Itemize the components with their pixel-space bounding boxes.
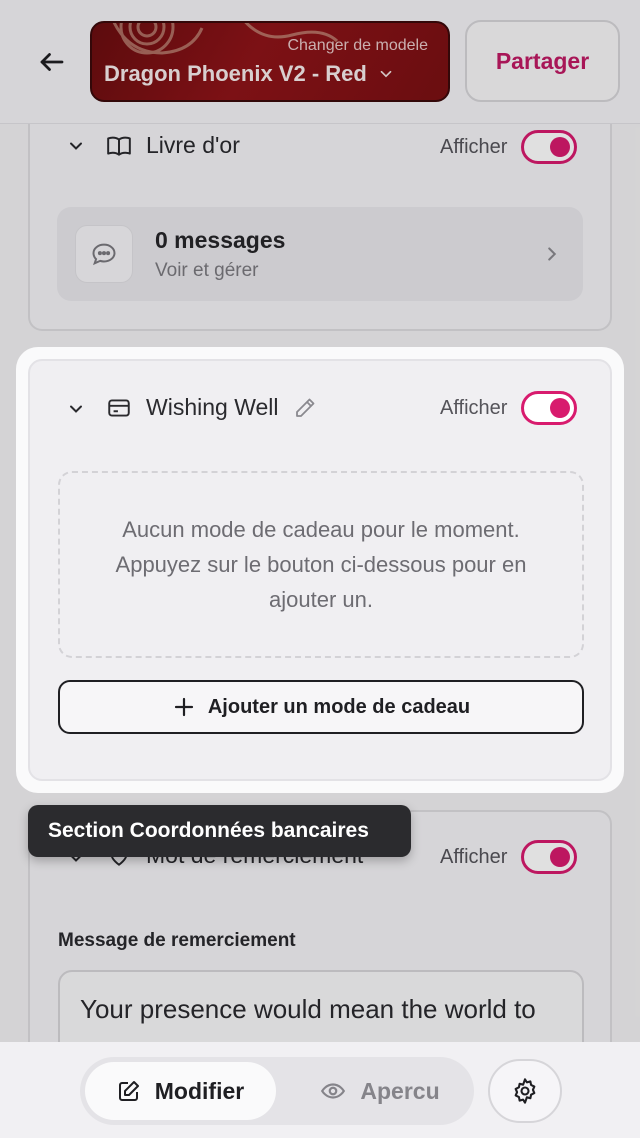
chevron-down-icon[interactable] bbox=[66, 136, 86, 156]
edit-square-icon bbox=[118, 1081, 139, 1101]
visibility-label: Afficher bbox=[440, 845, 508, 868]
template-name: Dragon Phoenix V2 - Red bbox=[104, 61, 395, 87]
edit-mode-label: Modifier bbox=[154, 1077, 245, 1104]
thanks-field-label: Message de remerciement bbox=[58, 930, 296, 951]
messages-count: 0 messages bbox=[155, 227, 286, 253]
thanks-visibility: Afficher bbox=[440, 840, 578, 874]
preview-mode-tab[interactable]: Apercu bbox=[290, 1062, 470, 1120]
back-button[interactable] bbox=[30, 40, 74, 84]
top-header: Changer de modele Dragon Phoenix V2 - Re… bbox=[0, 0, 640, 124]
guestbook-title-row: Livre d'or bbox=[106, 132, 240, 159]
thanks-visibility-toggle[interactable] bbox=[521, 840, 578, 874]
guestbook-messages-link[interactable]: 0 messages Voir et gérer bbox=[57, 207, 583, 301]
eye-icon bbox=[321, 1083, 346, 1099]
wishing-well-title-row: Wishing Well bbox=[106, 394, 317, 421]
message-icon-wrap bbox=[75, 225, 133, 283]
credit-card-icon bbox=[108, 398, 130, 417]
wishing-well-collapse[interactable] bbox=[66, 399, 86, 419]
book-icon bbox=[107, 136, 131, 156]
preview-mode-label: Apercu bbox=[360, 1077, 440, 1104]
toggle-knob bbox=[550, 398, 571, 418]
plus-icon bbox=[174, 697, 193, 717]
chevron-down-icon bbox=[380, 70, 392, 78]
pencil-icon[interactable] bbox=[293, 396, 317, 420]
tooltip-text: Section Coordonnées bancaires bbox=[48, 819, 369, 842]
guestbook-visibility-toggle[interactable] bbox=[521, 130, 578, 164]
wishing-well-visibility-toggle[interactable] bbox=[521, 391, 578, 425]
template-selector[interactable]: Changer de modele Dragon Phoenix V2 - Re… bbox=[90, 21, 450, 102]
visibility-label: Afficher bbox=[440, 396, 508, 419]
wishing-well-section: Wishing Well Afficher Aucun mode de cade… bbox=[28, 359, 612, 781]
onboarding-tooltip: Section Coordonnées bancaires bbox=[28, 805, 411, 857]
toggle-knob bbox=[550, 847, 571, 867]
chat-bubble-icon bbox=[92, 243, 116, 266]
wishing-well-title: Wishing Well bbox=[146, 394, 279, 420]
arrow-left-icon bbox=[40, 53, 64, 71]
template-name-text: Dragon Phoenix V2 - Red bbox=[104, 61, 367, 86]
change-template-label: Changer de modele bbox=[287, 37, 428, 54]
empty-state-box: Aucun mode de cadeau pour le moment. App… bbox=[58, 471, 584, 658]
chevron-down-icon[interactable] bbox=[66, 399, 86, 419]
gear-icon bbox=[514, 1078, 536, 1104]
toggle-knob bbox=[550, 137, 571, 157]
add-gift-mode-label: Ajouter un mode de cadeau bbox=[207, 695, 471, 718]
messages-subtitle: Voir et gérer bbox=[155, 260, 259, 281]
share-button[interactable]: Partager bbox=[465, 20, 620, 102]
empty-state-text: Aucun mode de cadeau pour le moment. App… bbox=[115, 517, 527, 612]
wishing-well-visibility: Afficher bbox=[440, 391, 578, 425]
guestbook-header bbox=[66, 136, 86, 156]
edit-mode-tab[interactable]: Modifier bbox=[85, 1062, 276, 1120]
chevron-right-icon bbox=[548, 247, 557, 261]
guestbook-title: Livre d'or bbox=[146, 132, 240, 158]
settings-button[interactable] bbox=[488, 1059, 562, 1123]
guestbook-visibility: Afficher bbox=[440, 130, 578, 164]
add-gift-mode-button[interactable]: Ajouter un mode de cadeau bbox=[58, 680, 584, 734]
visibility-label: Afficher bbox=[440, 135, 508, 158]
